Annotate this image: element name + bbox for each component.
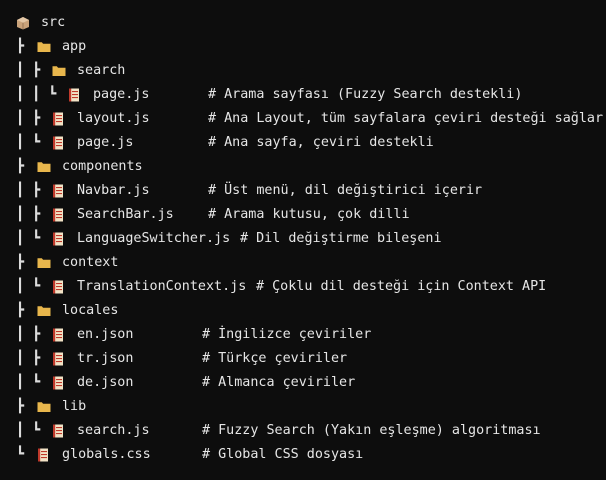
folder-name: context: [62, 255, 119, 270]
file-name: de.json: [77, 375, 134, 390]
file-icon: [52, 131, 66, 155]
file-icon: [52, 419, 66, 443]
file-name: SearchBar.js: [77, 207, 174, 222]
tree-guide: ┃ ┗: [16, 231, 41, 246]
folder-name: components: [62, 159, 143, 174]
tree-file-row[interactable]: ┃ ┃ ┗ page.js # Arama sayfası (Fuzzy Searc…: [0, 83, 606, 107]
tree-guide: ┣: [16, 303, 25, 318]
tree-file-row[interactable]: ┗ globals.css # Global CSS dosyası: [0, 443, 606, 467]
folder-icon: [52, 59, 66, 83]
tree-folder-row[interactable]: ┣ context: [0, 251, 606, 275]
package-icon: [16, 11, 30, 35]
tree-guide: ┃ ┗: [16, 135, 41, 150]
tree-folder-row[interactable]: ┃ ┣ search: [0, 59, 606, 83]
tree-folder-row[interactable]: ┣ components: [0, 155, 606, 179]
file-name: Navbar.js: [77, 183, 150, 198]
tree-guide: ┣: [16, 159, 25, 174]
file-name: search.js: [77, 423, 150, 438]
file-icon: [52, 203, 66, 227]
tree-folder-row[interactable]: ┣ locales: [0, 299, 606, 323]
tree-guide: ┃ ┣: [16, 111, 41, 126]
tree-file-row[interactable]: ┃ ┣ en.json # İngilizce çeviriler: [0, 323, 606, 347]
file-icon: [52, 323, 66, 347]
tree-comment: # Üst menü, dil değiştirici içerir: [208, 183, 483, 198]
folder-icon: [37, 395, 51, 419]
tree-comment: # Fuzzy Search (Yakın eşleşme) algoritma…: [202, 423, 541, 438]
file-name: TranslationContext.js: [77, 279, 247, 294]
tree-comment: # Çoklu dil desteği için Context API: [256, 279, 547, 294]
folder-name: locales: [62, 303, 119, 318]
tree-file-row[interactable]: ┃ ┣ SearchBar.js # Arama kutusu, çok dilli: [0, 203, 606, 227]
file-icon: [52, 179, 66, 203]
tree-comment: # Arama sayfası (Fuzzy Search destekli): [208, 87, 523, 102]
file-tree: src ┣ app ┃ ┣ search ┃ ┃ ┗ page.js # Arama sayf…: [0, 0, 606, 480]
tree-file-row[interactable]: ┃ ┣ Navbar.js # Üst menü, dil değiştirici …: [0, 179, 606, 203]
tree-guide: ┣: [16, 39, 25, 54]
tree-guide: ┃ ┃ ┗: [16, 87, 57, 102]
tree-file-row[interactable]: ┃ ┣ layout.js # Ana Layout, tüm sayfalara …: [0, 107, 606, 131]
tree-guide: ┗: [16, 447, 25, 462]
file-name: globals.css: [62, 447, 151, 462]
tree-file-row[interactable]: ┃ ┣ tr.json # Türkçe çeviriler: [0, 347, 606, 371]
tree-guide: ┃ ┣: [16, 183, 41, 198]
folder-icon: [37, 299, 51, 323]
tree-comment: # Arama kutusu, çok dilli: [208, 207, 410, 222]
tree-folder-row[interactable]: ┣ lib: [0, 395, 606, 419]
file-icon: [52, 107, 66, 131]
tree-comment: # Türkçe çeviriler: [202, 351, 348, 366]
tree-folder-row[interactable]: ┣ app: [0, 35, 606, 59]
file-icon: [52, 227, 66, 251]
tree-folder-row[interactable]: src: [0, 11, 606, 35]
tree-guide: ┣: [16, 255, 25, 270]
tree-file-row[interactable]: ┃ ┗ de.json # Almanca çeviriler: [0, 371, 606, 395]
tree-guide: ┃ ┗: [16, 423, 41, 438]
tree-comment: # Dil değiştirme bileşeni: [240, 231, 442, 246]
tree-guide: ┃ ┣: [16, 351, 41, 366]
folder-icon: [37, 35, 51, 59]
file-icon: [52, 347, 66, 371]
tree-comment: # Ana sayfa, çeviri destekli: [208, 135, 434, 150]
file-name: page.js: [93, 87, 150, 102]
folder-name: app: [62, 39, 87, 54]
tree-guide: ┣: [16, 399, 25, 414]
tree-guide: ┃ ┣: [16, 327, 41, 342]
folder-name: lib: [62, 399, 87, 414]
tree-guide: ┃ ┗: [16, 375, 41, 390]
file-icon: [52, 275, 66, 299]
file-name: page.js: [77, 135, 134, 150]
file-icon: [37, 443, 51, 467]
tree-guide: ┃ ┣: [16, 63, 41, 78]
folder-icon: [37, 251, 51, 275]
folder-name: src: [41, 15, 66, 30]
tree-file-row[interactable]: ┃ ┗ TranslationContext.js # Çoklu dil dest…: [0, 275, 606, 299]
tree-comment: # Global CSS dosyası: [202, 447, 364, 462]
file-icon: [52, 371, 66, 395]
file-name: tr.json: [77, 351, 134, 366]
tree-comment: # Ana Layout, tüm sayfalara çeviri deste…: [208, 111, 604, 126]
file-name: LanguageSwitcher.js: [77, 231, 231, 246]
tree-file-row[interactable]: ┃ ┗ page.js # Ana sayfa, çeviri destekli: [0, 131, 606, 155]
tree-comment: # İngilizce çeviriler: [202, 327, 372, 342]
folder-name: search: [77, 63, 126, 78]
tree-comment: # Almanca çeviriler: [202, 375, 356, 390]
tree-file-row[interactable]: ┃ ┗ search.js # Fuzzy Search (Yakın eşleşm…: [0, 419, 606, 443]
tree-file-row[interactable]: ┃ ┗ LanguageSwitcher.js # Dil değiştirme b…: [0, 227, 606, 251]
file-icon: [68, 83, 82, 107]
tree-guide: ┃ ┗: [16, 279, 41, 294]
folder-icon: [37, 155, 51, 179]
file-name: en.json: [77, 327, 134, 342]
tree-guide: ┃ ┣: [16, 207, 41, 222]
file-name: layout.js: [77, 111, 150, 126]
